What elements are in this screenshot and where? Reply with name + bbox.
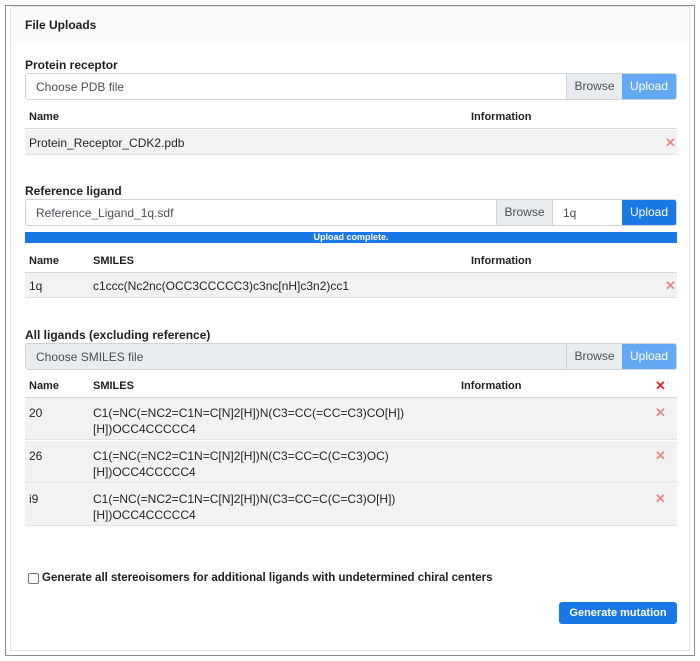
reference-ligand-label: Reference ligand (25, 184, 122, 198)
reference-file-value[interactable]: Reference_Ligand_1q.sdf (26, 200, 496, 225)
ligand-smiles-line1: C1(=NC(=NC2=C1N=C[N]2[H])N(C3=CC=C(C=C3)… (93, 492, 396, 506)
ligand-name: i9 (29, 492, 39, 506)
reference-ligand-name: 1q (29, 279, 43, 293)
ligands-file-input[interactable]: Choose SMILES file Browse Upload (25, 343, 677, 370)
ligand-name: 20 (29, 406, 43, 420)
col-name-header: Name (29, 111, 59, 123)
protein-file-placeholder[interactable]: Choose PDB file (26, 74, 566, 99)
protein-file-input[interactable]: Choose PDB file Browse Upload (25, 73, 677, 100)
table-row: 20 C1(=NC(=NC2=C1N=C[N]2[H])N(C3=CC(=CC=… (25, 398, 677, 440)
ligands-table-header: Name SMILES Information ✕ (25, 374, 677, 398)
col-smiles-header: SMILES (93, 255, 134, 267)
stereoisomers-label[interactable]: Generate all stereoisomers for additiona… (42, 572, 493, 584)
col-name-header: Name (29, 380, 59, 392)
upload-progress-text: Upload complete. (313, 232, 389, 242)
protein-table-header: Name Information (25, 105, 677, 129)
upload-progress-bar: Upload complete. (25, 232, 677, 243)
reference-browse-button[interactable]: Browse (496, 200, 552, 225)
col-smiles-header: SMILES (93, 380, 134, 392)
table-row: 26 C1(=NC(=NC2=C1N=C[N]2[H])N(C3=CC=C(C=… (25, 441, 677, 483)
table-row: i9 C1(=NC(=NC2=C1N=C[N]2[H])N(C3=CC=C(C=… (25, 484, 677, 526)
reference-upload-button[interactable]: Upload (622, 200, 676, 225)
stereoisomers-checkbox[interactable] (28, 573, 39, 584)
ligand-smiles-line2: [H])OCC4CCCCC4 (93, 422, 196, 436)
close-icon[interactable]: ✕ (655, 405, 666, 421)
card-header: File Uploads (10, 6, 690, 42)
table-row: 1q c1ccc(Nc2nc(OCC3CCCCC3)c3nc[nH]c3n2)c… (25, 273, 677, 298)
ligands-browse-button[interactable]: Browse (566, 344, 622, 369)
protein-file-name: Protein_Receptor_CDK2.pdb (29, 136, 185, 150)
reference-code-input[interactable]: 1q (552, 200, 622, 225)
ligand-smiles-line2: [H])OCC4CCCCC4 (93, 508, 196, 522)
close-icon[interactable]: ✕ (655, 378, 666, 394)
reference-ligand-smiles: c1ccc(Nc2nc(OCC3CCCCC3)c3nc[nH]c3n2)cc1 (93, 279, 350, 293)
all-ligands-label: All ligands (excluding reference) (25, 328, 211, 342)
ligands-upload-button[interactable]: Upload (622, 344, 676, 369)
ligands-file-placeholder[interactable]: Choose SMILES file (26, 344, 566, 369)
close-icon[interactable]: ✕ (665, 135, 676, 151)
close-icon[interactable]: ✕ (655, 491, 666, 507)
generate-mutation-map-button[interactable]: Generate mutation map (559, 602, 677, 641)
close-icon[interactable]: ✕ (655, 448, 666, 464)
col-name-header: Name (29, 255, 59, 267)
ligand-smiles-line1: C1(=NC(=NC2=C1N=C[N]2[H])N(C3=CC=C(C=C3)… (93, 449, 389, 463)
ligand-smiles-line2: [H])OCC4CCCCC4 (93, 465, 196, 479)
table-row: Protein_Receptor_CDK2.pdb ✕ (25, 130, 677, 155)
col-information-header: Information (471, 255, 532, 267)
close-icon[interactable]: ✕ (665, 278, 676, 294)
ligand-name: 26 (29, 449, 43, 463)
protein-upload-button[interactable]: Upload (622, 74, 676, 99)
reference-file-input[interactable]: Reference_Ligand_1q.sdf Browse 1q Upload (25, 199, 677, 226)
protein-browse-button[interactable]: Browse (566, 74, 622, 99)
col-information-header: Information (471, 111, 532, 123)
col-information-header: Information (461, 380, 522, 392)
ligand-smiles-line1: C1(=NC(=NC2=C1N=C[N]2[H])N(C3=CC(=CC=C3)… (93, 406, 405, 420)
card-body: Protein receptor Choose PDB file Browse … (10, 41, 690, 651)
protein-receptor-label: Protein receptor (25, 58, 118, 72)
reference-table-header: Name SMILES Information (25, 249, 677, 273)
